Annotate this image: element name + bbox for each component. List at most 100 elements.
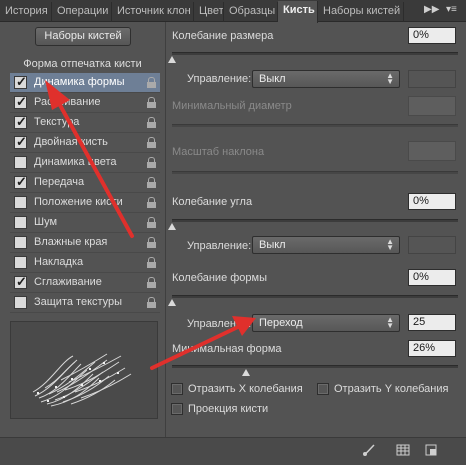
tab-history[interactable]: История — [0, 2, 52, 22]
tab-color[interactable]: Цвет — [194, 2, 224, 22]
roundness-control-dropdown[interactable]: Переход ▲ ▼ — [252, 314, 400, 332]
min-roundness-slider[interactable] — [172, 365, 458, 376]
tab-brush[interactable]: Кисть — [278, 1, 318, 23]
dropdown-value: Выкл — [259, 239, 286, 251]
option-label: Защита текстуры — [34, 296, 123, 308]
min-diameter-slider — [172, 124, 458, 127]
brush-toggle-icon[interactable] — [362, 443, 376, 457]
brush-stroke-preview-image — [32, 353, 132, 407]
checkbox[interactable] — [14, 216, 27, 229]
option-brush-pose[interactable]: Положение кисти — [10, 193, 160, 213]
checkbox[interactable] — [14, 174, 27, 190]
checkbox[interactable] — [14, 256, 27, 269]
option-build-up[interactable]: Накладка — [10, 253, 160, 273]
lock-icon[interactable] — [147, 77, 156, 88]
angle-jitter-label: Колебание угла — [172, 196, 253, 208]
option-label: Передача — [34, 176, 85, 188]
roundness-control-label: Управление: — [187, 318, 252, 330]
option-dual-brush[interactable]: Двойная кисть — [10, 133, 160, 153]
option-shape-dynamics[interactable]: Динамика формы — [10, 73, 160, 93]
flip-x-jitter-label: Отразить X колебания — [188, 383, 303, 395]
size-jitter-field[interactable]: 0% — [408, 27, 456, 44]
tab-actions[interactable]: Операции — [52, 2, 112, 22]
slider-thumb[interactable] — [168, 223, 176, 230]
brush-presets-button[interactable]: Наборы кистей — [35, 27, 131, 46]
size-control-label: Управление: — [187, 73, 252, 85]
brush-tip-shape-title[interactable]: Форма отпечатка кисти — [0, 58, 165, 70]
lock-icon[interactable] — [147, 157, 156, 168]
angle-jitter-field[interactable]: 0% — [408, 193, 456, 210]
checkbox[interactable] — [14, 74, 27, 90]
option-label: Влажные края — [34, 236, 108, 248]
lock-icon[interactable] — [147, 257, 156, 268]
checkbox[interactable] — [14, 236, 27, 249]
option-label: Накладка — [34, 256, 84, 268]
option-transfer[interactable]: Передача — [10, 173, 160, 193]
option-color-dynamics[interactable]: Динамика цвета — [10, 153, 160, 173]
lock-icon[interactable] — [147, 177, 156, 188]
lock-icon[interactable] — [147, 297, 156, 308]
tab-clone-source[interactable]: Источник клон — [112, 2, 194, 22]
option-protect-texture[interactable]: Защита текстуры — [10, 293, 160, 313]
lock-icon[interactable] — [147, 97, 156, 108]
checkbox[interactable] — [14, 134, 27, 150]
size-control-dropdown[interactable]: Выкл ▲ ▼ — [252, 70, 400, 88]
lock-icon[interactable] — [147, 197, 156, 208]
checkbox[interactable] — [14, 296, 27, 309]
dropdown-arrows-icon: ▲ ▼ — [386, 315, 394, 330]
tab-swatches[interactable]: Образцы — [224, 2, 278, 22]
tab-bar: История Операции Источник клон Цвет Обра… — [0, 0, 466, 23]
slider-thumb[interactable] — [168, 56, 176, 63]
column-divider — [165, 22, 166, 442]
brush-projection-checkbox[interactable] — [171, 403, 183, 415]
lock-icon[interactable] — [147, 137, 156, 148]
double-chevron-right-icon[interactable]: ▶▶ — [424, 4, 439, 15]
slider-thumb[interactable] — [168, 299, 176, 306]
brush-projection-label: Проекция кисти — [188, 403, 269, 415]
size-jitter-label: Колебание размера — [172, 30, 274, 42]
brush-stroke-preview — [10, 321, 158, 419]
flip-y-jitter-checkbox[interactable] — [317, 383, 329, 395]
option-texture[interactable]: Текстура — [10, 113, 160, 133]
roundness-jitter-slider[interactable] — [168, 295, 458, 306]
size-jitter-slider[interactable] — [168, 52, 458, 63]
option-label: Динамика формы — [34, 76, 125, 88]
option-smoothing[interactable]: Сглаживание — [10, 273, 160, 293]
option-noise[interactable]: Шум — [10, 213, 160, 233]
checkbox[interactable] — [14, 156, 27, 169]
checkbox[interactable] — [14, 94, 27, 110]
lock-icon[interactable] — [147, 217, 156, 228]
panel-menu-icon[interactable]: ▾≡ — [446, 4, 457, 15]
angle-jitter-slider[interactable] — [168, 219, 458, 230]
option-label: Двойная кисть — [34, 136, 108, 148]
option-scattering[interactable]: Рассеивание — [10, 93, 160, 113]
option-label: Рассеивание — [34, 96, 101, 108]
checkbox[interactable] — [14, 274, 27, 290]
min-roundness-label: Минимальная форма — [172, 343, 282, 355]
min-diameter-field — [408, 96, 456, 116]
lock-icon[interactable] — [147, 117, 156, 128]
checkbox[interactable] — [14, 196, 27, 209]
tilt-scale-label: Масштаб наклона — [172, 146, 265, 158]
lock-icon[interactable] — [147, 237, 156, 248]
tab-brush-presets[interactable]: Наборы кистей — [318, 2, 404, 22]
grid-icon[interactable] — [396, 443, 410, 457]
roundness-jitter-field[interactable]: 0% — [408, 269, 456, 286]
flip-x-jitter-checkbox[interactable] — [171, 383, 183, 395]
option-label: Текстура — [34, 116, 80, 128]
min-roundness-field[interactable]: 26% — [408, 340, 456, 357]
slider-thumb[interactable] — [242, 369, 250, 376]
min-diameter-label: Минимальный диаметр — [172, 100, 292, 112]
size-control-swatch — [408, 70, 456, 88]
option-wet-edges[interactable]: Влажные края — [10, 233, 160, 253]
lock-icon[interactable] — [147, 277, 156, 288]
checkbox[interactable] — [14, 114, 27, 130]
roundness-jitter-label: Колебание формы — [172, 272, 268, 284]
flip-y-jitter-label: Отразить Y колебания — [334, 383, 449, 395]
fade-steps-field[interactable]: 25 — [408, 314, 456, 331]
tilt-scale-slider — [172, 171, 458, 174]
option-label: Динамика цвета — [34, 156, 117, 168]
new-preset-icon[interactable] — [424, 443, 438, 457]
angle-control-dropdown[interactable]: Выкл ▲ ▼ — [252, 236, 400, 254]
dropdown-arrows-icon: ▲ ▼ — [386, 71, 394, 86]
